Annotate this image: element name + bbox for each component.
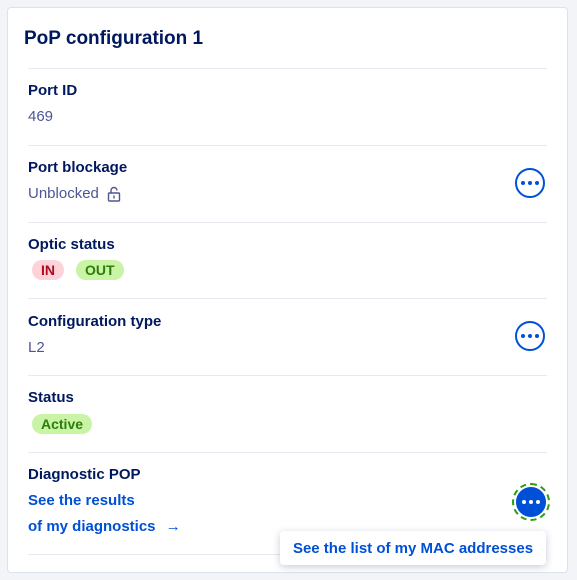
pop-configuration-card: PoP configuration 1 Port ID 469 Port blo… (7, 7, 568, 573)
optic-status-badges: IN OUT (32, 260, 124, 280)
port-blockage-value: Unblocked (28, 185, 121, 202)
diagnostics-link-line2: of my diagnostics (28, 518, 156, 535)
divider (28, 375, 547, 376)
diagnostics-link-continued[interactable]: of my diagnostics → (28, 518, 181, 535)
divider (28, 298, 547, 299)
lock-open-icon (107, 186, 121, 202)
optic-out-badge: OUT (76, 260, 124, 280)
divider (28, 68, 547, 69)
port-blockage-actions-button[interactable] (515, 168, 545, 198)
status-label: Status (28, 389, 74, 406)
divider (28, 222, 547, 223)
port-id-value: 469 (28, 108, 54, 125)
diagnostic-pop-label: Diagnostic POP (28, 466, 141, 483)
mac-addresses-menu-item[interactable]: See the list of my MAC addresses (293, 540, 533, 557)
card-title: PoP configuration 1 (24, 28, 204, 49)
arrow-right-icon: → (165, 518, 181, 535)
configuration-type-actions-button[interactable] (515, 321, 545, 351)
configuration-type-label: Configuration type (28, 313, 162, 330)
actions-dropdown-menu: See the list of my MAC addresses (280, 531, 546, 565)
status-badges: Active (32, 414, 93, 434)
port-blockage-label: Port blockage (28, 159, 128, 176)
status-active-badge: Active (32, 414, 93, 434)
optic-status-label: Optic status (28, 236, 115, 253)
configuration-type-value: L2 (28, 339, 45, 356)
diagnostic-actions-button[interactable] (512, 483, 550, 521)
diagnostics-link[interactable]: See the results (28, 492, 135, 509)
port-id-label: Port ID (28, 82, 78, 99)
diagnostics-link-line1: See the results (28, 492, 135, 509)
optic-in-badge: IN (32, 260, 64, 280)
divider (28, 145, 547, 146)
divider (28, 452, 547, 453)
port-blockage-text: Unblocked (28, 185, 99, 202)
